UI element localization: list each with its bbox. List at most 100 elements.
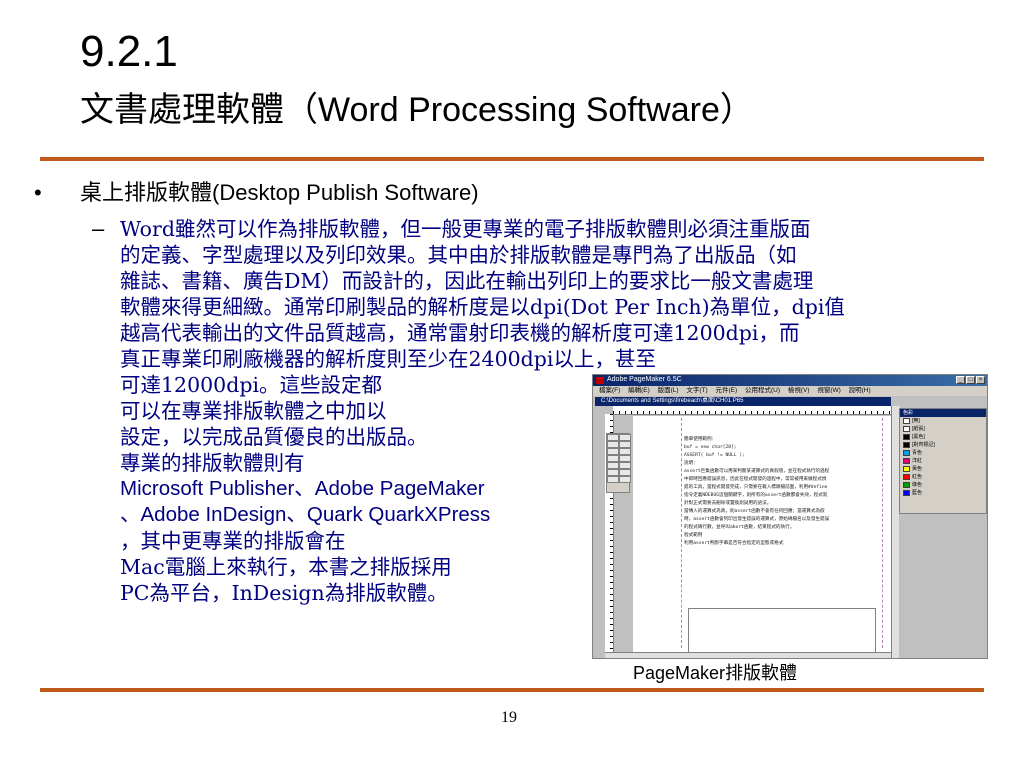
color-swatch-icon [903, 490, 910, 496]
hand-tool-icon [607, 476, 619, 483]
pm-text-line: 說明： [684, 461, 698, 466]
pm-window-title: Adobe PageMaker 6.5C [607, 376, 682, 383]
pm-menu-item: 公用程式(U) [744, 387, 781, 394]
pm-text-line: 指令定義NDEBUG這個關鍵字，則所有的assert函數都會失效，程式就 [684, 493, 828, 498]
pm-swatch-label: 藍色 [912, 490, 923, 496]
pm-swatch-row: [無] [900, 417, 986, 425]
pm-text-line: 中即時回應錯誤訊息，因此在程式開發的過程中，常常被用來做程式偵 [684, 477, 827, 482]
color-swatch-icon [903, 450, 910, 456]
slide-section-number: 9.2.1 [80, 27, 178, 76]
pm-horizontal-scrollbar [605, 652, 891, 658]
color-swatch-icon [903, 458, 910, 464]
color-swatch-icon [903, 442, 910, 448]
pm-swatch-label: [黑色] [912, 434, 925, 440]
crop-tool-icon [619, 441, 631, 448]
paragraph-line: 軟體來得更細緻。通常印刷製品的解析度是以dpi(Dot Per Inch)為單位… [120, 295, 845, 319]
pm-page-text: 簡單使用範例： buf = new char[20]; ASSERT( buf … [684, 436, 878, 548]
pm-swatch-label: 黃色 [912, 466, 923, 472]
pm-menu-item: 檔案(F) [599, 387, 621, 394]
pm-menu-item: 視窗(W) [817, 387, 841, 394]
title-divider [40, 157, 984, 161]
pm-window-buttons: _ □ × [956, 376, 985, 384]
pm-swatch-label: 紅色 [912, 474, 923, 480]
pm-menu-item: 檢視(V) [787, 387, 810, 394]
pm-swatch-row: 藍色 [900, 489, 986, 497]
ellipse-frame-tool-icon [619, 462, 631, 469]
slide-title-cjk: 文書處理軟體（ [80, 90, 318, 130]
bullet-label-en: (Desktop Publish Software) [212, 180, 479, 205]
pm-text-line: ASSERT( buf != NULL ); [684, 453, 745, 458]
pm-horizontal-ruler [613, 406, 891, 415]
color-swatch-icon [903, 474, 910, 480]
pm-swatch-list: [無] [紙張] [黑色] [對齊標記] 青色洋紅黃色紅色綠色藍色 [900, 417, 986, 497]
pm-text-line: 的程式碼行數，並呼叫abort函數，結束程式的執行。 [684, 525, 795, 530]
pm-swatch-label: [無] [912, 418, 920, 424]
sub-bullet-marker: – [92, 216, 105, 241]
pm-swatch-row: [對齊標記] [900, 441, 986, 449]
pm-text-line: 程式範例 [684, 533, 703, 538]
color-swatch-icon [903, 482, 910, 488]
color-swatch-icon [903, 418, 910, 424]
caption-cjk: 排版軟體 [725, 663, 798, 684]
pm-menu-item: 文字(T) [686, 387, 708, 394]
pm-swatch-row: 洋紅 [900, 457, 986, 465]
slide-title-close: ） [719, 90, 754, 130]
polygon-tool-icon [607, 469, 619, 476]
slide-title: 文書處理軟體（Word Processing Software） [80, 90, 754, 130]
pm-text-line: 簡單使用範例： [684, 437, 717, 442]
pm-colors-panel: 色彩 [無] [紙張] [黑色] [對齊標記] 青色 洋紅 黃色 紅色 綠色 藍色 [899, 408, 987, 514]
line-tool-icon [607, 448, 619, 455]
pagemaker-screenshot: Adobe PageMaker 6.5C _ □ × 檔案(F) 編輯(E) 版… [592, 374, 988, 659]
pm-text-line: 時，assert函數會列印出發生錯誤的運算式，原始碼檔名以及發生錯誤 [684, 517, 830, 522]
pm-swatch-label: 綠色 [912, 482, 923, 488]
pm-text-line: 利用assert判斷字串是否符合指定的型態或格式 [684, 541, 784, 546]
footer-divider [40, 688, 984, 692]
color-swatch-icon [903, 466, 910, 472]
pm-menubar: 檔案(F) 編輯(E) 版面(L) 文字(T) 元件(E) 公用程式(U) 檢視… [593, 386, 987, 396]
pm-swatch-row: 青色 [900, 449, 986, 457]
screenshot-caption: PageMaker排版軟體 [633, 661, 797, 686]
pm-document-page: 簡單使用範例： buf = new char[20]; ASSERT( buf … [633, 416, 891, 656]
text-tool-icon [619, 434, 631, 441]
pagemaker-logo-icon [596, 377, 604, 384]
pm-code-frame [688, 608, 876, 656]
pm-menu-item: 版面(L) [657, 387, 679, 394]
maximize-icon: □ [966, 376, 975, 384]
pm-swatch-row: [黑色] [900, 433, 986, 441]
pm-menu-item: 編輯(E) [628, 387, 650, 394]
pm-swatch-row: 紅色 [900, 473, 986, 481]
bullet-marker: • [34, 180, 42, 205]
color-swatch-icon [903, 434, 910, 440]
close-icon: × [976, 376, 985, 384]
pm-swatch-label: [對齊標記] [912, 442, 935, 448]
rectangle-tool-icon [607, 455, 619, 462]
polygon-frame-tool-icon [619, 469, 631, 476]
pm-swatch-row: 綠色 [900, 481, 986, 489]
pm-toolbox [606, 433, 631, 493]
pm-desktop-area [899, 514, 987, 658]
pm-text-line: 針對正式需要去刪除或置換測試用的語法。 [684, 501, 772, 506]
paragraph-line: 越高代表輸出的文件品質越高，通常雷射印表機的解析度可達1200dpi，而 [120, 321, 800, 345]
pm-swatch-row: [紙張] [900, 425, 986, 433]
rotate-tool-icon [607, 441, 619, 448]
pm-menu-item: 元件(E) [715, 387, 738, 394]
pm-text-line: assert巨集函數可以用來判斷某運算式的真假值，並在程式執行的過程 [684, 469, 830, 474]
paragraph-line: 的定義、字型處理以及列印效果。其中由於排版軟體是專門為了出版品（如 [120, 243, 797, 267]
zoom-tool-icon [619, 476, 631, 483]
rectangle-frame-tool-icon [619, 455, 631, 462]
bullet-item: • 桌上排版軟體(Desktop Publish Software) [34, 180, 479, 207]
pm-swatch-row: 黃色 [900, 465, 986, 473]
pm-swatch-label: 青色 [912, 450, 923, 456]
pm-menu-item: 說明(H) [848, 387, 871, 394]
pointer-tool-icon [607, 434, 619, 441]
paragraph-line: 真正專業印刷廠機器的解析度則至少在2400dpi以上，甚至 [120, 347, 656, 371]
paragraph-line: 雜誌、書籍、廣告DM）而設計的，因此在輸出列印上的要求比一般文書處理 [120, 269, 814, 293]
paragraph-line: Word雖然可以作為排版軟體，但一般更專業的電子排版軟體則必須注重版面 [120, 217, 811, 241]
pm-text-line: buf = new char[20]; [684, 445, 737, 450]
minimize-icon: _ [956, 376, 965, 384]
bullet-label-cjk: 桌上排版軟體 [80, 181, 213, 206]
pm-text-line: 錯的工具，當程式開發完成，只需要在載入標頭檔前面，利用#define [684, 485, 828, 490]
pm-document-title: C:\Documents and Settings\firebeach\桌面\C… [595, 397, 891, 406]
constrained-line-tool-icon [619, 448, 631, 455]
pm-swatch-label: 洋紅 [912, 458, 923, 464]
